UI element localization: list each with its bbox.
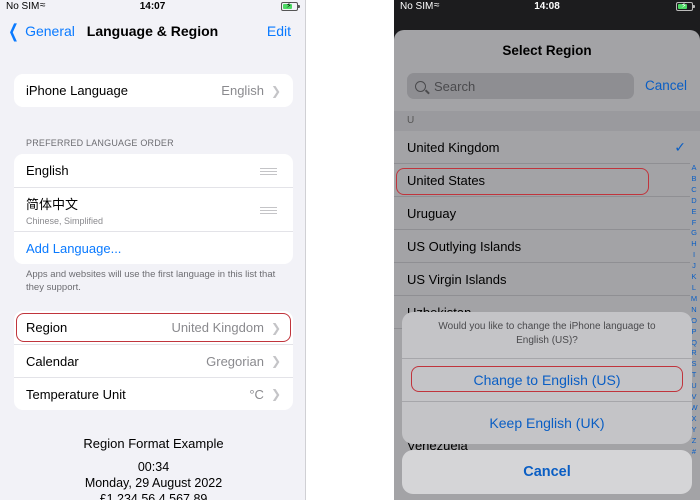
iphone-language-label: iPhone Language bbox=[26, 83, 128, 98]
temperature-unit-label: Temperature Unit bbox=[26, 386, 126, 402]
index-letter[interactable]: # bbox=[692, 447, 696, 458]
index-letter[interactable]: L bbox=[692, 283, 696, 294]
sheet-title: Select Region bbox=[502, 43, 592, 58]
index-letter[interactable]: K bbox=[691, 272, 696, 283]
preferred-language-header: PREFERRED LANGUAGE ORDER bbox=[26, 138, 174, 148]
calendar-row[interactable]: Calendar Gregorian ❯ bbox=[14, 344, 293, 377]
index-letter[interactable]: R bbox=[691, 348, 696, 359]
status-time: 14:07 bbox=[139, 1, 166, 12]
index-letter[interactable]: T bbox=[692, 370, 697, 381]
edit-button[interactable]: Edit bbox=[267, 23, 291, 39]
add-language-row[interactable]: Add Language... bbox=[14, 231, 293, 264]
index-letter[interactable]: S bbox=[691, 359, 696, 370]
region-format-example: Region Format Example 00:34 Monday, 29 A… bbox=[14, 436, 293, 500]
index-letter[interactable]: X bbox=[691, 414, 696, 425]
navigation-bar: ❮ General Language & Region Edit bbox=[0, 14, 305, 50]
format-title: Region Format Example bbox=[83, 436, 224, 451]
region-value: United Kingdom bbox=[171, 320, 264, 335]
language-item-chinese[interactable]: 简体中文 Chinese, Simplified bbox=[14, 187, 293, 231]
battery-icon: ⚡ bbox=[676, 1, 695, 11]
checkmark-icon: ✓ bbox=[674, 139, 686, 155]
index-letter[interactable]: F bbox=[692, 218, 697, 229]
screenshot-composite: No SIM ≈ 14:07 ⚡ ❮ General Language & Re… bbox=[0, 0, 700, 500]
language-footnote: Apps and websites will use the first lan… bbox=[26, 269, 276, 293]
index-letter[interactable]: I bbox=[693, 250, 695, 261]
index-letter[interactable]: M bbox=[691, 294, 697, 305]
language-subtitle: Chinese, Simplified bbox=[26, 216, 104, 226]
index-letter[interactable]: A bbox=[691, 163, 696, 174]
status-bar: No SIM ≈ 14:08 ⚡ bbox=[394, 0, 700, 14]
iphone-language-value: English bbox=[221, 83, 264, 98]
index-letter[interactable]: N bbox=[691, 305, 696, 316]
preferred-language-group: English 简体中文 Chinese, Simplified Add Lan… bbox=[14, 154, 293, 264]
index-letter[interactable]: G bbox=[691, 228, 697, 239]
chevron-right-icon: ❯ bbox=[270, 320, 281, 335]
region-item-united-states[interactable]: United States bbox=[394, 164, 690, 197]
region-item-us-outlying-islands[interactable]: US Outlying Islands bbox=[394, 230, 690, 263]
format-date: Monday, 29 August 2022 bbox=[84, 476, 223, 490]
index-letter[interactable]: D bbox=[691, 196, 696, 207]
status-bar: No SIM ≈ 14:07 ⚡ bbox=[0, 0, 305, 14]
index-letter[interactable]: H bbox=[691, 239, 696, 250]
battery-icon: ⚡ bbox=[281, 1, 300, 11]
cancel-search-button[interactable]: Cancel bbox=[645, 78, 687, 93]
calendar-value: Gregorian bbox=[206, 353, 264, 369]
region-item-uruguay[interactable]: Uruguay bbox=[394, 197, 690, 230]
index-letter[interactable]: P bbox=[691, 327, 696, 338]
change-to-english-us-button[interactable]: Change to English (US) bbox=[402, 359, 692, 401]
region-label: Region bbox=[26, 320, 68, 335]
language-name: 简体中文 bbox=[26, 197, 79, 212]
search-placeholder: Search bbox=[434, 78, 476, 94]
change-language-alert: Would you like to change the iPhone lang… bbox=[402, 312, 692, 444]
iphone-language-group: iPhone Language English ❯ bbox=[14, 74, 293, 107]
temperature-unit-row[interactable]: Temperature Unit °C ❯ bbox=[14, 377, 293, 410]
format-numbers: £1,234.56 4,567.89 bbox=[99, 492, 208, 500]
calendar-label: Calendar bbox=[26, 353, 79, 369]
chevron-right-icon: ❯ bbox=[270, 354, 281, 368]
reorder-handle-icon[interactable] bbox=[260, 206, 277, 214]
add-language-link[interactable]: Add Language... bbox=[26, 241, 121, 256]
alert-message: Would you like to change the iPhone lang… bbox=[402, 312, 692, 359]
search-icon bbox=[415, 80, 426, 92]
region-row[interactable]: Region United Kingdom ❯ bbox=[14, 311, 293, 344]
select-region-screen: No SIM ≈ 14:08 ⚡ Select Region Search Ca… bbox=[394, 0, 700, 500]
reorder-handle-icon[interactable] bbox=[260, 167, 277, 175]
search-input[interactable]: Search bbox=[407, 73, 634, 99]
index-letter[interactable]: Z bbox=[692, 436, 697, 447]
index-letter[interactable]: C bbox=[691, 185, 696, 196]
temperature-unit-value: °C bbox=[249, 386, 264, 402]
index-letter[interactable]: B bbox=[691, 174, 696, 185]
language-name: English bbox=[26, 163, 69, 178]
region-item-united-kingdom[interactable]: United Kingdom ✓ bbox=[394, 131, 690, 164]
index-letter[interactable]: V bbox=[691, 392, 696, 403]
format-time: 00:34 bbox=[137, 460, 170, 474]
index-letter[interactable]: E bbox=[691, 207, 696, 218]
page-title: Language & Region bbox=[86, 23, 219, 39]
index-letter[interactable]: Y bbox=[691, 425, 696, 436]
iphone-language-row[interactable]: iPhone Language English ❯ bbox=[14, 74, 293, 107]
language-region-screen: No SIM ≈ 14:07 ⚡ ❮ General Language & Re… bbox=[0, 0, 306, 500]
keep-english-uk-button[interactable]: Keep English (UK) bbox=[402, 401, 692, 443]
region-item-us-virgin-islands[interactable]: US Virgin Islands bbox=[394, 263, 690, 296]
chevron-right-icon: ❯ bbox=[270, 387, 281, 401]
index-letter[interactable]: U bbox=[691, 381, 696, 392]
region-settings-group: Region United Kingdom ❯ Calendar Gregori… bbox=[14, 311, 293, 410]
status-time: 14:08 bbox=[534, 1, 560, 12]
cancel-button[interactable]: Cancel bbox=[402, 450, 692, 494]
section-header-u: U bbox=[394, 111, 700, 131]
language-item-english[interactable]: English bbox=[14, 154, 293, 187]
chevron-right-icon: ❯ bbox=[270, 83, 281, 98]
index-letter[interactable]: J bbox=[692, 261, 696, 272]
